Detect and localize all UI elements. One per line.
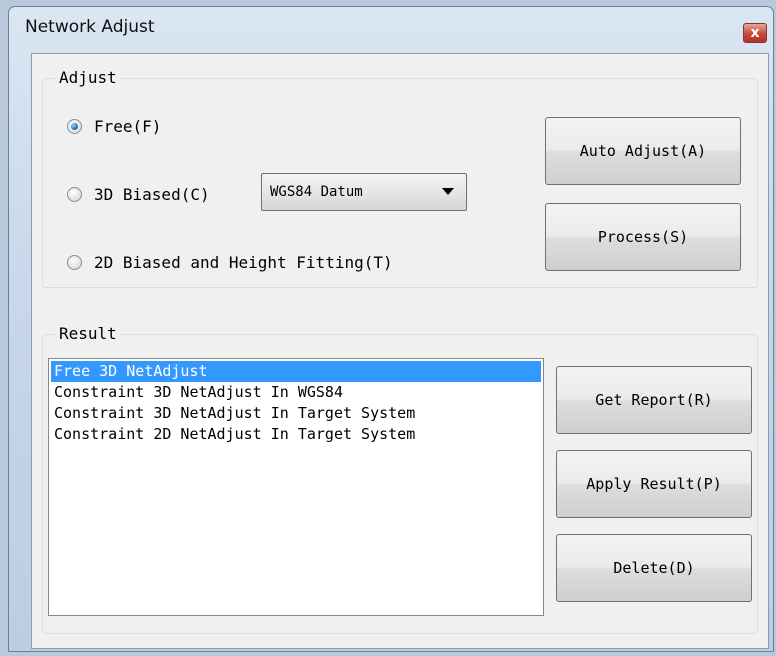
process-button[interactable]: Process(S) <box>545 203 741 271</box>
auto-adjust-button-label: Auto Adjust(A) <box>579 142 707 160</box>
process-button-label: Process(S) <box>597 228 689 246</box>
radio-free-label: Free(F) <box>94 117 162 136</box>
radio-2d-biased-indicator[interactable] <box>67 255 82 270</box>
get-report-button-label: Get Report(R) <box>595 391 713 409</box>
window-title: Network Adjust <box>25 17 155 37</box>
list-item[interactable]: Constraint 3D NetAdjust In WGS84 <box>51 382 541 403</box>
radio-3d-biased-label: 3D Biased(C) <box>94 185 210 204</box>
radio-3d-biased[interactable]: 3D Biased(C) <box>67 185 210 204</box>
datum-select[interactable]: WGS84 Datum <box>261 173 467 211</box>
delete-button-label: Delete(D) <box>613 559 695 577</box>
radio-free-indicator[interactable] <box>67 119 82 134</box>
adjust-group-title: Adjust <box>55 68 121 87</box>
chevron-down-icon <box>442 188 454 195</box>
adjust-group: Adjust Free(F) 3D Biased(C) WGS84 Datum … <box>42 68 758 288</box>
datum-select-value: WGS84 Datum <box>270 184 363 200</box>
get-report-button[interactable]: Get Report(R) <box>556 366 752 434</box>
auto-adjust-button[interactable]: Auto Adjust(A) <box>545 117 741 185</box>
result-group-title: Result <box>55 324 121 343</box>
radio-free[interactable]: Free(F) <box>67 117 161 136</box>
apply-result-button-label: Apply Result(P) <box>586 475 722 493</box>
delete-button[interactable]: Delete(D) <box>556 534 752 602</box>
close-button[interactable]: x <box>743 23 767 43</box>
list-item[interactable]: Constraint 3D NetAdjust In Target System <box>51 403 541 424</box>
radio-3d-biased-indicator[interactable] <box>67 187 82 202</box>
title-bar[interactable]: Network Adjust x <box>9 7 773 47</box>
dialog-client-area: Adjust Free(F) 3D Biased(C) WGS84 Datum … <box>31 53 769 649</box>
radio-2d-biased-height-fitting[interactable]: 2D Biased and Height Fitting(T) <box>67 253 393 272</box>
list-item[interactable]: Free 3D NetAdjust <box>51 361 541 382</box>
apply-result-button[interactable]: Apply Result(P) <box>556 450 752 518</box>
radio-2d-biased-label: 2D Biased and Height Fitting(T) <box>94 253 393 272</box>
result-list[interactable]: Free 3D NetAdjust Constraint 3D NetAdjus… <box>48 358 544 616</box>
list-item[interactable]: Constraint 2D NetAdjust In Target System <box>51 424 541 445</box>
close-icon: x <box>750 25 760 41</box>
network-adjust-window: Network Adjust x Adjust Free(F) 3D Biase… <box>8 6 774 652</box>
